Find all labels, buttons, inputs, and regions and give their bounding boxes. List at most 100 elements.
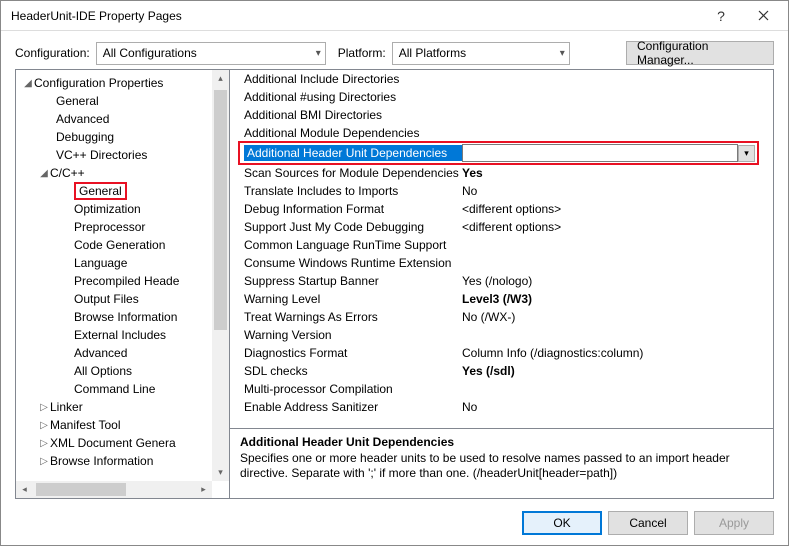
property-name: Consume Windows Runtime Extension [244,256,462,270]
tree-scrollbar-vertical[interactable]: ▴▾ [212,70,229,481]
tree-item-ccpp-alloptions[interactable]: All Options [20,362,229,380]
platform-combo[interactable]: All Platforms ▾ [392,42,570,65]
tree-item-ccpp-optimization[interactable]: Optimization [20,200,229,218]
tree-item-ccpp-general[interactable]: General [20,182,229,200]
dialog-buttons: OK Cancel Apply [522,511,774,535]
tree-item-browseinfo[interactable]: ▷Browse Information [20,452,229,470]
property-name: Additional Module Dependencies [244,126,462,140]
property-name: Support Just My Code Debugging [244,220,462,234]
property-grid: Additional Include Directories Additional… [230,70,773,428]
property-row[interactable]: Diagnostics FormatColumn Info (/diagnost… [230,344,773,362]
chevron-down-icon: ▾ [316,48,321,59]
property-name: Additional Include Directories [244,72,462,86]
configuration-manager-button[interactable]: Configuration Manager... [626,41,774,65]
tree-item-general[interactable]: General [20,92,229,110]
collapse-icon: ◢ [22,78,34,89]
ok-button[interactable]: OK [522,511,602,535]
tree-item-xmldoc[interactable]: ▷XML Document Genera [20,434,229,452]
property-name: SDL checks [244,364,462,378]
property-name: Suppress Startup Banner [244,274,462,288]
tree-item-config-properties[interactable]: ◢Configuration Properties [20,74,229,92]
property-row[interactable]: Additional BMI Directories [230,106,773,124]
config-bar: Configuration: All Configurations ▾ Plat… [1,31,788,73]
property-value: No [462,184,773,198]
apply-button[interactable]: Apply [694,511,774,535]
tree-item-ccpp-language[interactable]: Language [20,254,229,272]
configuration-value: All Configurations [103,46,197,60]
property-panel: Additional Include Directories Additional… [230,70,773,498]
tree-item-ccpp-advanced[interactable]: Advanced [20,344,229,362]
property-row[interactable]: Additional Module Dependencies [230,124,773,142]
property-name: Diagnostics Format [244,346,462,360]
tree-item-ccpp-preprocessor[interactable]: Preprocessor [20,218,229,236]
close-button[interactable] [742,2,784,30]
tree-item-ccpp[interactable]: ◢C/C++ [20,164,229,182]
main-area: ◢Configuration Properties General Advanc… [15,69,774,499]
property-row[interactable]: Support Just My Code Debugging<different… [230,218,773,236]
configuration-combo[interactable]: All Configurations ▾ [96,42,326,65]
property-row[interactable]: Suppress Startup BannerYes (/nologo) [230,272,773,290]
property-name: Additional #using Directories [244,90,462,104]
configuration-label: Configuration: [15,46,90,60]
property-row[interactable]: Translate Includes to ImportsNo [230,182,773,200]
tree-item-vcpp-directories[interactable]: VC++ Directories [20,146,229,164]
collapse-icon: ◢ [38,168,50,179]
property-name: Enable Address Sanitizer [244,400,462,414]
property-name: Multi-processor Compilation [244,382,462,396]
property-row[interactable]: SDL checksYes (/sdl) [230,362,773,380]
property-value: Yes (/sdl) [462,364,773,378]
property-name: Treat Warnings As Errors [244,310,462,324]
property-value [462,144,738,162]
property-value: No (/WX-) [462,310,773,324]
help-button[interactable]: ? [700,2,742,30]
property-value: No [462,400,773,414]
tree-item-ccpp-external[interactable]: External Includes [20,326,229,344]
property-value: <different options> [462,202,773,216]
description-title: Additional Header Unit Dependencies [240,435,763,449]
property-value: <different options> [462,220,773,234]
property-name: Additional Header Unit Dependencies [244,145,462,161]
expand-icon: ▷ [38,438,50,449]
description-body: Specifies one or more header units to be… [240,451,763,481]
property-row[interactable]: Common Language RunTime Support [230,236,773,254]
property-row[interactable]: Consume Windows Runtime Extension [230,254,773,272]
tree-item-ccpp-browse[interactable]: Browse Information [20,308,229,326]
expand-icon: ▷ [38,402,50,413]
tree-item-ccpp-cmdline[interactable]: Command Line [20,380,229,398]
window-title: HeaderUnit-IDE Property Pages [11,9,700,23]
property-value: Level3 (/W3) [462,292,773,306]
tree-scrollbar-horizontal[interactable]: ◂▸ [16,481,212,498]
property-row[interactable]: Additional Include Directories [230,70,773,88]
titlebar: HeaderUnit-IDE Property Pages ? [1,1,788,31]
property-row[interactable]: Enable Address SanitizerNo [230,398,773,416]
property-name: Debug Information Format [244,202,462,216]
property-row[interactable]: Warning LevelLevel3 (/W3) [230,290,773,308]
expand-icon: ▷ [38,420,50,431]
tree-item-ccpp-pch[interactable]: Precompiled Heade [20,272,229,290]
property-row[interactable]: Treat Warnings As ErrorsNo (/WX-) [230,308,773,326]
property-row[interactable]: Warning Version [230,326,773,344]
property-row[interactable]: Scan Sources for Module DependenciesYes [230,164,773,182]
tree-item-ccpp-codegen[interactable]: Code Generation [20,236,229,254]
tree-item-advanced[interactable]: Advanced [20,110,229,128]
tree-item-ccpp-output[interactable]: Output Files [20,290,229,308]
property-name: Additional BMI Directories [244,108,462,122]
nav-tree: ◢Configuration Properties General Advanc… [16,70,230,498]
property-row[interactable]: Additional #using Directories [230,88,773,106]
property-row[interactable]: Additional Header Unit Dependencies ▾ [240,143,757,163]
property-row[interactable]: Multi-processor Compilation [230,380,773,398]
property-name: Warning Level [244,292,462,306]
chevron-down-icon[interactable]: ▾ [738,145,755,162]
platform-value: All Platforms [399,46,466,60]
tree-item-manifest[interactable]: ▷Manifest Tool [20,416,229,434]
property-row[interactable]: Debug Information Format<different optio… [230,200,773,218]
platform-label: Platform: [338,46,386,60]
property-name: Common Language RunTime Support [244,238,462,252]
property-value: Yes [462,166,773,180]
tree-item-linker[interactable]: ▷Linker [20,398,229,416]
tree-item-debugging[interactable]: Debugging [20,128,229,146]
property-value: Column Info (/diagnostics:column) [462,346,773,360]
expand-icon: ▷ [38,456,50,467]
cancel-button[interactable]: Cancel [608,511,688,535]
property-name: Warning Version [244,328,462,342]
